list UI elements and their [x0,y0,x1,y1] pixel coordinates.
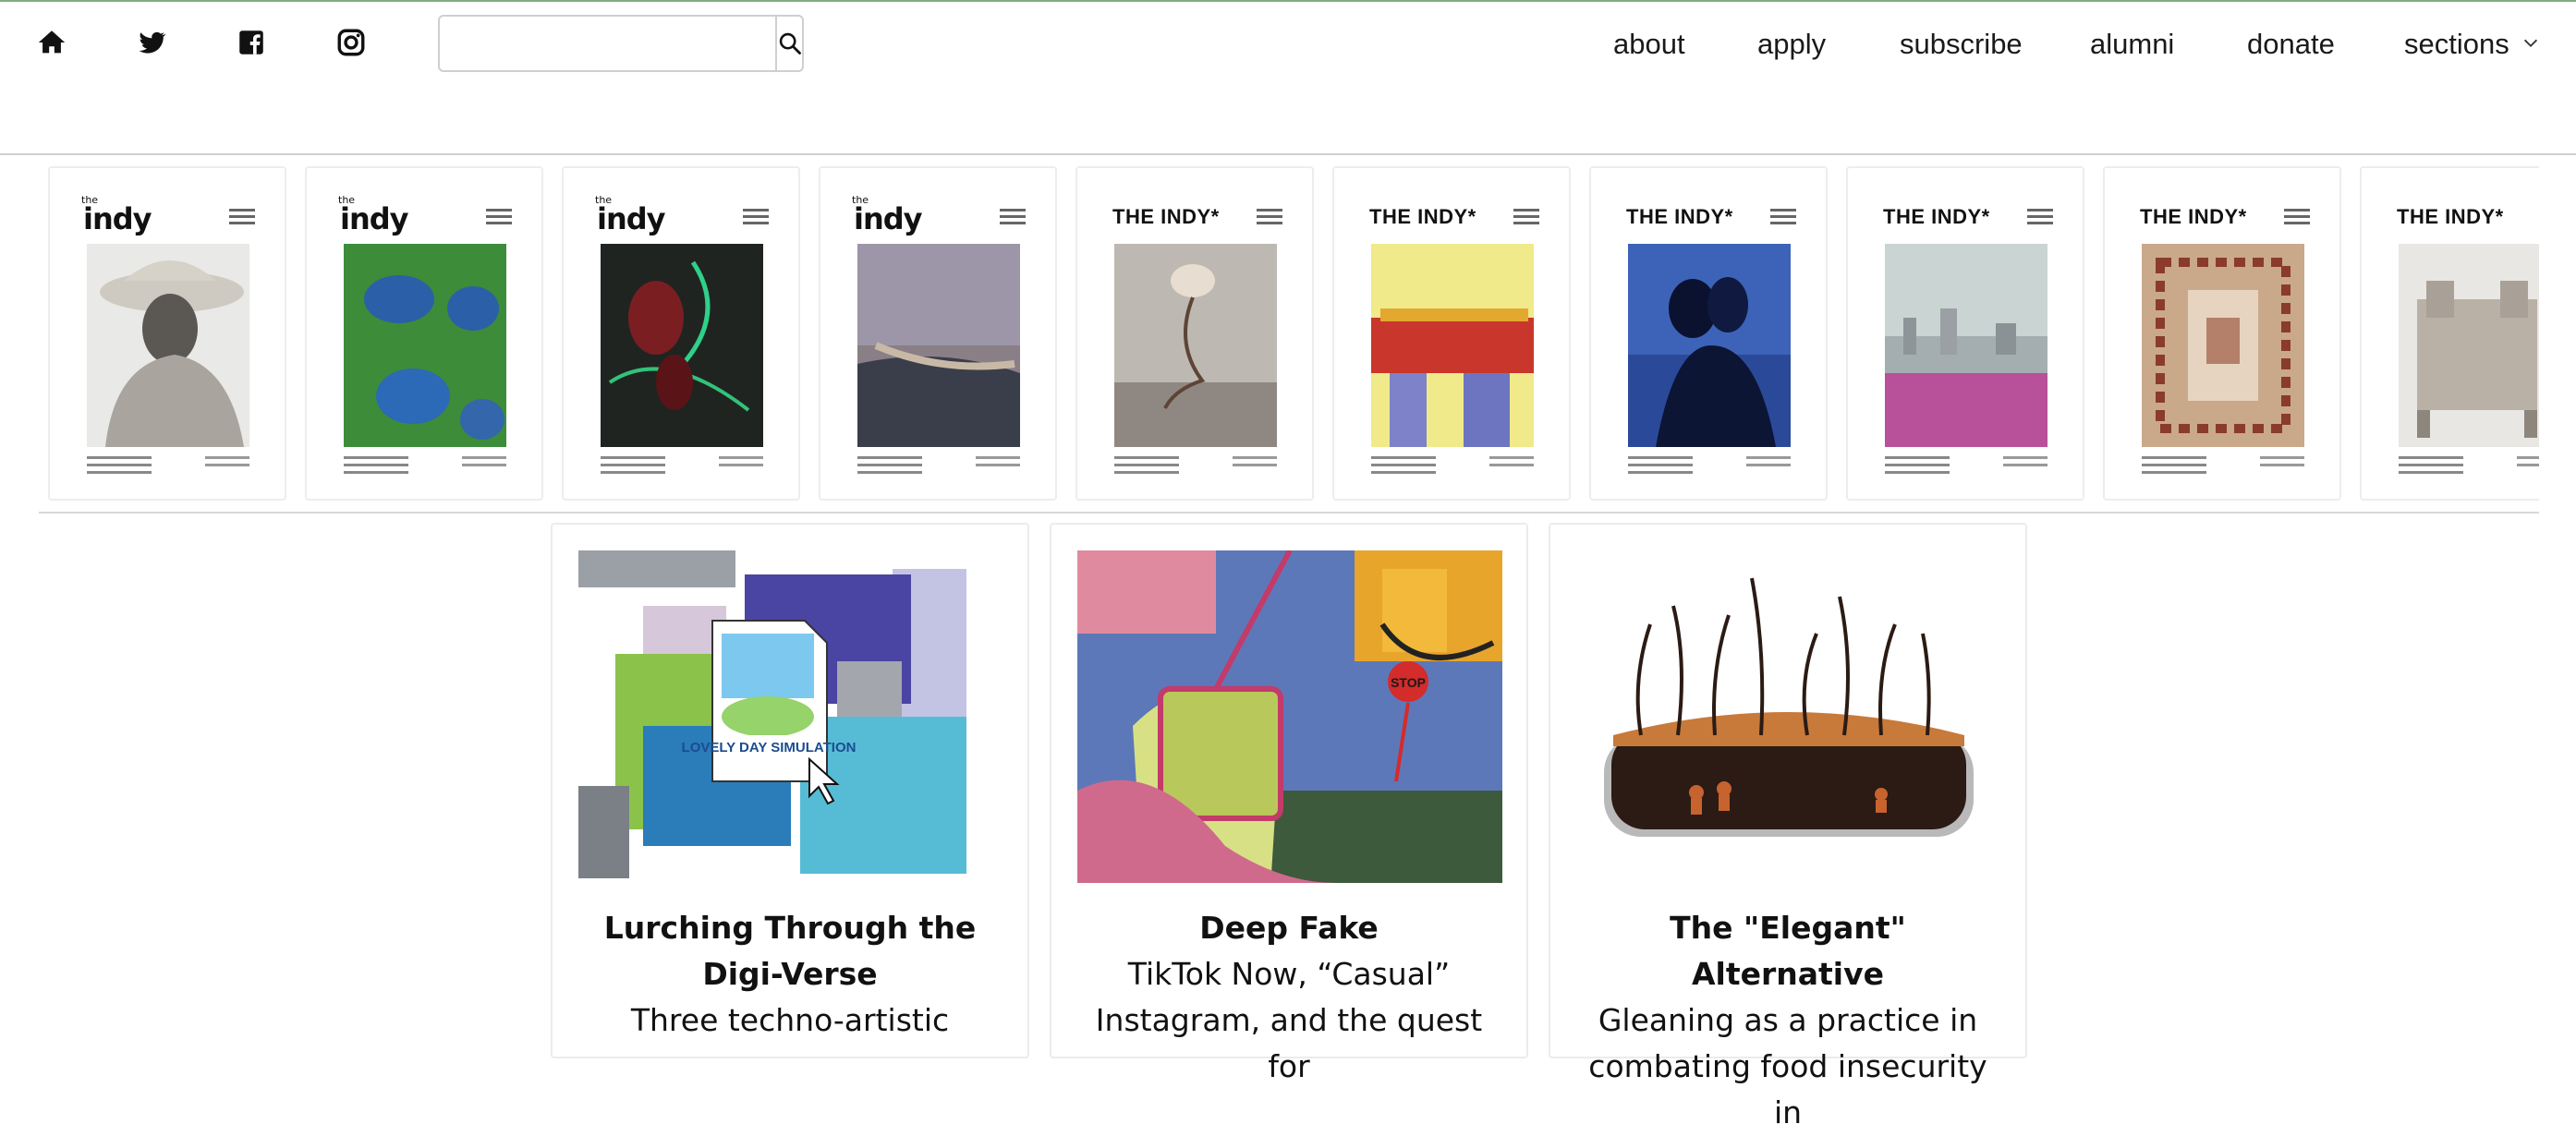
nav-about-link[interactable]: about [1613,24,1685,65]
article-title[interactable]: Lurching Through the Digi-Verse [580,905,1000,997]
search-input[interactable] [440,17,775,70]
issue-cover[interactable]: the indy [48,166,286,501]
issue-cover[interactable]: the indy [305,166,543,501]
issue-masthead: the indy [81,194,152,236]
issue-cover-image [2399,244,2539,447]
article-image [1576,550,2001,883]
issue-cover-image [857,244,1020,447]
search-icon [779,32,801,54]
site-header: about apply subscribe alumni donate sect… [0,2,2576,155]
article-dek: Three techno-artistic [630,1002,950,1038]
issue-cover-image [601,244,763,447]
issue-masthead: the indy [595,194,666,236]
issue-cover-image [2142,244,2304,447]
issue-masthead: THE INDY* [2397,205,2504,228]
issue-cover[interactable]: THE INDY* [2360,166,2539,501]
issue-cover-image [1628,244,1791,447]
issue-masthead: THE INDY* [1369,205,1476,228]
issue-cover[interactable]: the indy [562,166,800,501]
issue-cover[interactable]: THE INDY* [1846,166,2084,501]
issue-masthead: THE INDY* [2140,205,2247,228]
nav-donate-link[interactable]: donate [2247,24,2335,65]
issue-cover[interactable]: the indy [819,166,1057,501]
article-dek: Gleaning as a practice in combating food… [1588,1002,1987,1130]
article-image: LOVELY DAY SIMULATION [578,550,1003,883]
issue-cover-image [1885,244,2047,447]
article-card[interactable]: STOP Deep Fake TikTok Now, “Casual” Inst… [1050,523,1528,1084]
issue-masthead: THE INDY* [1626,205,1733,228]
article-card[interactable]: The "Elegant" Alternative Gleaning as a … [1549,523,2027,1130]
issue-cover[interactable]: THE INDY* [1589,166,1828,501]
issue-carousel: theindy theindy theindy theindy THE [39,164,2539,508]
chevron-down-icon [2521,28,2541,61]
section-divider [39,512,2539,514]
article-title[interactable]: Deep Fake [1079,905,1499,951]
issue-masthead: the indy [852,194,923,236]
article-title[interactable]: The "Elegant" Alternative [1578,905,1998,997]
issue-masthead: THE INDY* [1112,205,1220,228]
svg-text:STOP: STOP [1391,675,1426,690]
search-box [438,15,804,72]
issue-cover[interactable]: THE INDY* [1075,166,1314,501]
issue-masthead: THE INDY* [1883,205,1990,228]
issue-cover-image [87,244,249,447]
article-card[interactable]: LOVELY DAY SIMULATION Lurching Through t… [551,523,1029,1058]
svg-text:LOVELY DAY SIMULATION: LOVELY DAY SIMULATION [682,740,857,755]
issue-cover-image [1114,244,1277,447]
nav-subscribe-link[interactable]: subscribe [1900,24,2023,65]
search-button[interactable] [775,17,803,70]
nav-alumni-link[interactable]: alumni [2090,24,2174,65]
issue-cover[interactable]: THE INDY* [2103,166,2341,501]
nav-apply-link[interactable]: apply [1757,24,1826,65]
article-dek: TikTok Now, “Casual” Instagram, and the … [1095,956,1483,1084]
issue-masthead: the indy [338,194,409,236]
issue-cover-image [1371,244,1534,447]
twitter-icon[interactable] [124,22,179,63]
nav-sections-dropdown[interactable]: sections [2404,24,2541,65]
issue-cover[interactable]: THE INDY* [1332,166,1571,501]
home-icon[interactable] [24,22,79,63]
instagram-icon[interactable] [323,22,379,63]
facebook-icon[interactable] [224,22,279,63]
document-icon [711,620,828,782]
article-image: STOP [1077,550,1502,883]
issue-cover-image [344,244,506,447]
